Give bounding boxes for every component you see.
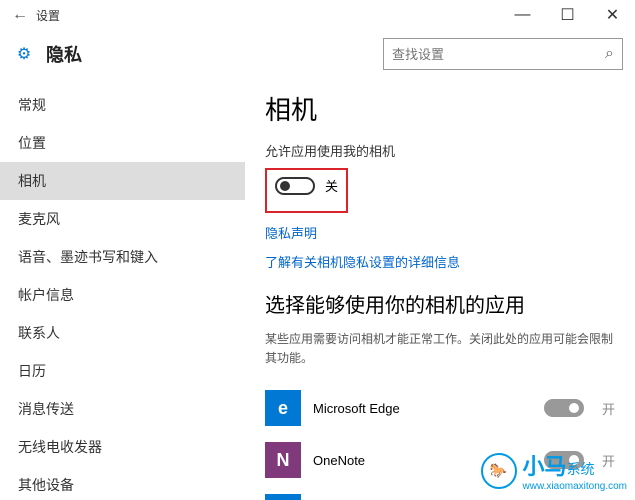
sidebar-item-4[interactable]: 语音、墨迹书写和键入 xyxy=(0,238,245,276)
sidebar-item-8[interactable]: 消息传送 xyxy=(0,390,245,428)
page-category: 隐私 xyxy=(46,41,82,67)
apps-section-heading: 选择能够使用你的相机的应用 xyxy=(265,289,615,318)
highlight-box: 关 xyxy=(265,168,348,213)
sidebar-item-5[interactable]: 帐户信息 xyxy=(0,276,245,314)
close-button[interactable]: ✕ xyxy=(590,0,635,30)
camera-toggle[interactable] xyxy=(275,177,315,195)
app-icon: e xyxy=(265,390,301,426)
app-row-0: e Microsoft Edge 开 xyxy=(265,384,615,432)
sidebar-item-2[interactable]: 相机 xyxy=(0,162,245,200)
sidebar-item-6[interactable]: 联系人 xyxy=(0,314,245,352)
content: 相机 允许应用使用我的相机 关 隐私声明 了解有关相机隐私设置的详细信息 选择能… xyxy=(245,78,635,500)
minimize-button[interactable]: — xyxy=(500,0,545,30)
search-icon[interactable]: ⌕ xyxy=(605,45,614,63)
app-toggle[interactable] xyxy=(544,399,584,417)
gear-icon: ⚙ xyxy=(12,42,36,66)
titlebar: ← 设置 — ☐ ✕ xyxy=(0,0,635,30)
camera-toggle-state: 关 xyxy=(325,176,338,195)
learn-more-link[interactable]: 了解有关相机隐私设置的详细信息 xyxy=(265,252,615,271)
maximize-button[interactable]: ☐ xyxy=(545,0,590,30)
search-input[interactable] xyxy=(392,47,605,62)
sidebar-item-9[interactable]: 无线电收发器 xyxy=(0,428,245,466)
allow-apps-label: 允许应用使用我的相机 xyxy=(265,141,615,160)
header: ⚙ 隐私 ⌕ xyxy=(0,30,635,78)
search-box[interactable]: ⌕ xyxy=(383,38,623,70)
sidebar-item-0[interactable]: 常规 xyxy=(0,86,245,124)
sidebar-item-7[interactable]: 日历 xyxy=(0,352,245,390)
sidebar: 常规位置相机麦克风语音、墨迹书写和键入帐户信息联系人日历消息传送无线电收发器其他… xyxy=(0,78,245,500)
sidebar-item-10[interactable]: 其他设备 xyxy=(0,466,245,500)
sidebar-item-1[interactable]: 位置 xyxy=(0,124,245,162)
back-icon[interactable]: ← xyxy=(12,6,36,24)
horse-icon: 🐎 xyxy=(481,453,517,489)
apps-section-desc: 某些应用需要访问相机才能正常工作。关闭此处的应用可能会限制其功能。 xyxy=(265,330,615,368)
watermark: 🐎 小马系统 www.xiaomaxitong.com xyxy=(481,449,627,492)
app-toggle-state: 开 xyxy=(602,399,615,418)
app-icon: ▦ xyxy=(265,494,301,500)
app-name: Microsoft Edge xyxy=(313,401,544,416)
app-icon: N xyxy=(265,442,301,478)
page-title: 相机 xyxy=(265,90,615,127)
window-title: 设置 xyxy=(36,7,60,24)
privacy-statement-link[interactable]: 隐私声明 xyxy=(265,223,615,242)
sidebar-item-3[interactable]: 麦克风 xyxy=(0,200,245,238)
